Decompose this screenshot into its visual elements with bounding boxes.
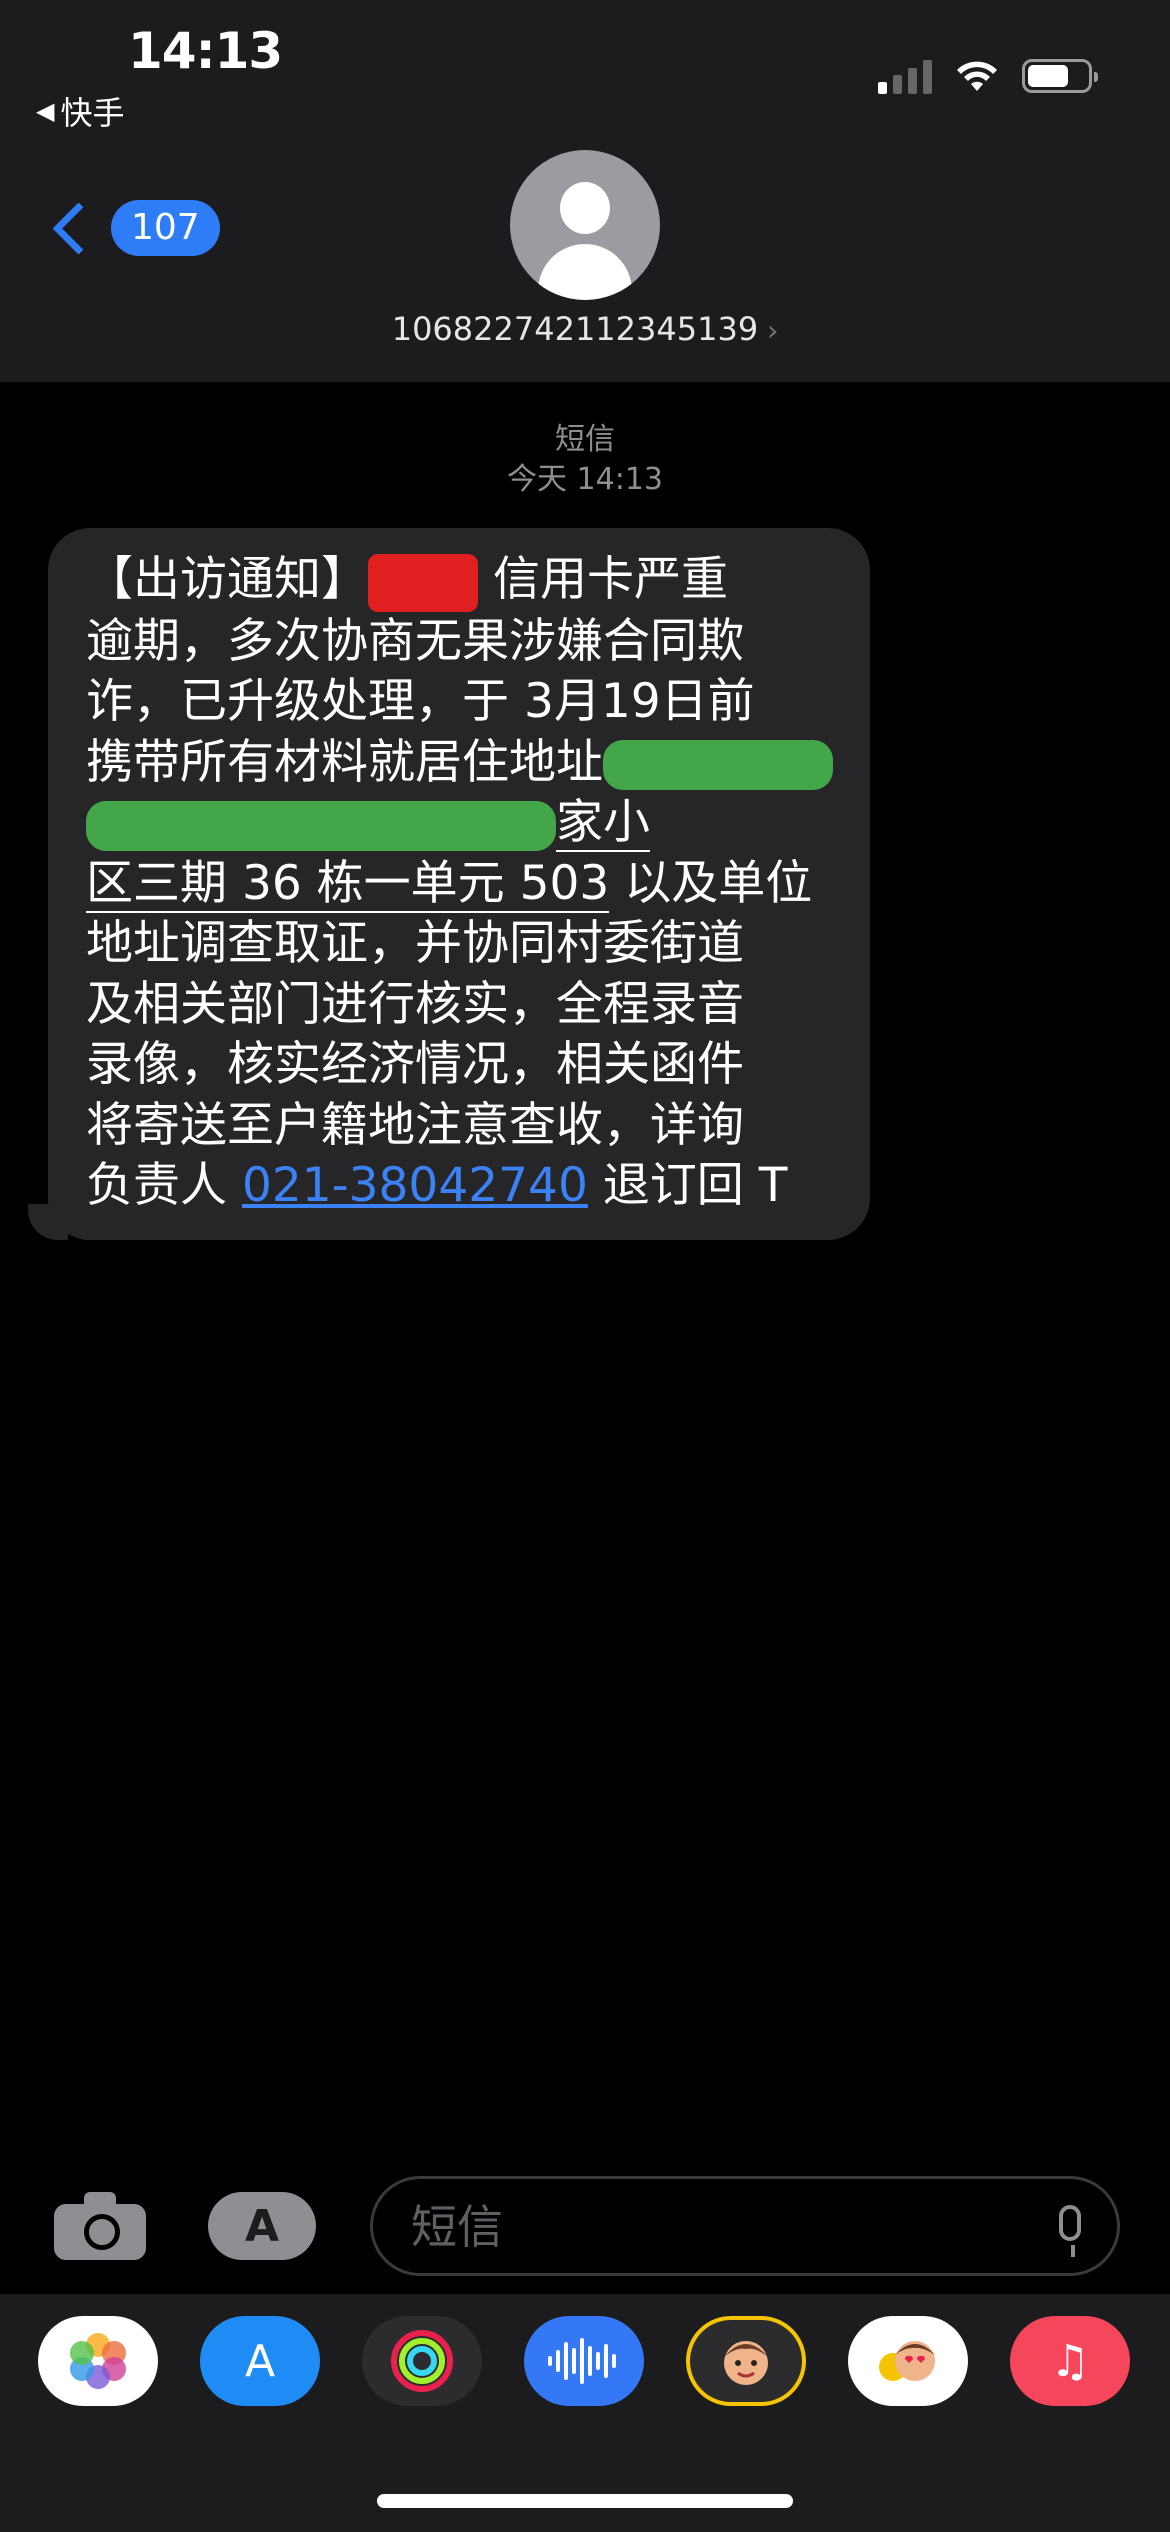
microphone-icon[interactable]: [1059, 2205, 1081, 2241]
app-store-icon: A: [244, 2335, 276, 2387]
music-icon: ♫: [1050, 2335, 1090, 2387]
message-timestamp: 今天 14:13: [507, 462, 663, 497]
cellular-signal-icon: [878, 58, 932, 94]
fitness-app-button[interactable]: [362, 2316, 482, 2406]
contact-avatar[interactable]: [510, 150, 660, 300]
message-input[interactable]: [409, 2199, 1013, 2255]
contact-number[interactable]: 106822742112345139 ›: [0, 310, 1170, 348]
fitness-icon: [391, 2330, 453, 2392]
message-input-container: [370, 2176, 1120, 2276]
camera-button[interactable]: [54, 2192, 146, 2260]
memoji-stickers-icon: [879, 2341, 935, 2381]
redaction-scribble: [603, 740, 833, 790]
memoji-stickers-app-button[interactable]: [848, 2316, 968, 2406]
app-drawer: A ♫: [0, 2294, 1170, 2532]
incoming-message-bubble[interactable]: 【出访通知】 信用卡严重 逾期，多次协商无果涉嫌合同欺 诈，已升级处理，于 3月…: [28, 528, 870, 1240]
app-store-app-button[interactable]: A: [200, 2316, 320, 2406]
memoji-icon: [724, 2341, 768, 2385]
memoji-app-button[interactable]: [686, 2316, 806, 2406]
redaction-scribble: [86, 800, 556, 851]
app-store-icon: A: [244, 2200, 280, 2252]
chevron-left-icon: [52, 201, 105, 255]
audio-app-button[interactable]: [524, 2316, 644, 2406]
person-icon: [560, 182, 610, 234]
phone-link[interactable]: 021-38042740: [242, 1158, 588, 1213]
wifi-icon: [957, 61, 997, 91]
photos-app-button[interactable]: [38, 2316, 158, 2406]
back-to-app-link[interactable]: ◀ 快手: [36, 88, 124, 134]
compose-bar: A: [0, 2168, 1170, 2288]
address-link[interactable]: 区三期 36 栋一单元 503: [86, 855, 610, 913]
home-indicator[interactable]: [377, 2494, 793, 2508]
thread-info: 短信 今天 14:13: [0, 420, 1170, 500]
music-app-button[interactable]: ♫: [1010, 2316, 1130, 2406]
chevron-right-icon: ›: [758, 314, 779, 347]
app-store-button[interactable]: A: [208, 2192, 316, 2260]
battery-icon: [1022, 59, 1098, 93]
unread-count-badge: 107: [111, 200, 220, 256]
status-time: 14:13: [128, 22, 283, 80]
photos-icon: [70, 2333, 126, 2389]
back-triangle-icon: ◀: [36, 97, 55, 125]
redaction-mark: [368, 553, 478, 612]
audio-waveform-icon: [548, 2338, 616, 2384]
status-icons: [878, 58, 1098, 94]
service-label: 短信: [555, 422, 615, 457]
back-button[interactable]: 107: [44, 200, 220, 256]
